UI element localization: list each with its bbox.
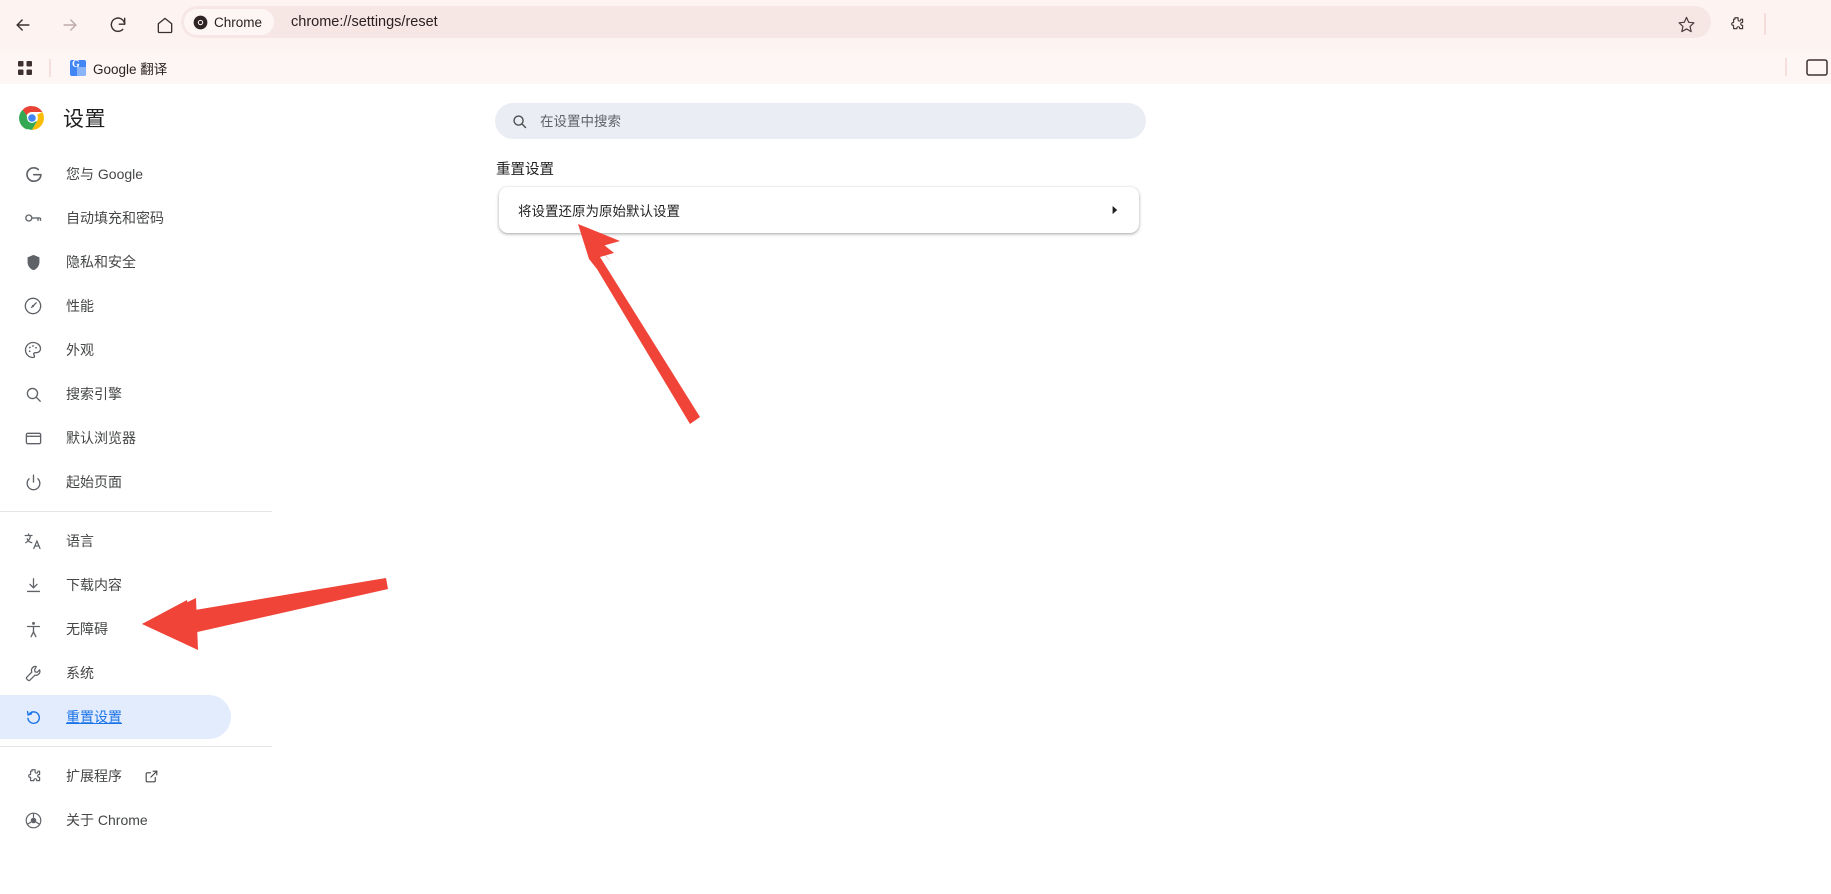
restore-defaults-label: 将设置还原为原始默认设置 [518, 204, 680, 219]
bookmarks-overflow-icon[interactable] [1805, 57, 1831, 78]
sidebar-item-label: 性能 [66, 298, 94, 314]
key-icon [22, 207, 44, 229]
sidebar-group-3: 扩展程序 关于 Chrome [0, 754, 272, 842]
sidebar-item-label: 起始页面 [66, 474, 122, 490]
sidebar-item-appearance[interactable]: 外观 [0, 328, 231, 372]
sidebar-item-label: 您与 Google [66, 166, 144, 182]
sidebar-item-label: 系统 [66, 665, 94, 681]
omnibox-chip-label: Chrome [214, 14, 263, 30]
search-icon [511, 113, 528, 130]
sidebar-item-label: 语言 [66, 533, 94, 549]
chrome-icon [22, 809, 44, 831]
google-translate-favicon: G [70, 59, 86, 76]
sidebar-item-you-and-google[interactable]: 您与 Google [0, 152, 231, 196]
sidebar-item-performance[interactable]: 性能 [0, 284, 231, 328]
sidebar-item-label: 搜索引擎 [66, 386, 122, 402]
sidebar-item-system[interactable]: 系统 [0, 651, 231, 695]
address-bar[interactable]: Chrome chrome://settings/reset [181, 6, 1711, 38]
shield-icon [22, 251, 44, 273]
sidebar-item-reset-settings[interactable]: 重置设置 [0, 695, 231, 739]
settings-header: 设置 [0, 90, 272, 146]
restore-defaults-row[interactable]: 将设置还原为原始默认设置 [499, 187, 1139, 233]
omnibox-url-text: chrome://settings/reset [291, 14, 438, 30]
sidebar-item-search-engine[interactable]: 搜索引擎 [0, 372, 231, 416]
chrome-logo-icon [19, 106, 44, 130]
toolbar-divider [1764, 13, 1766, 35]
bookmarks-bar: G Google 翻译 [0, 51, 1831, 84]
browser-toolbar: Chrome chrome://settings/reset [0, 0, 1831, 51]
grid-apps-icon[interactable] [13, 57, 37, 79]
sidebar-item-label: 无障碍 [66, 621, 108, 637]
back-button[interactable] [6, 8, 40, 42]
sidebar-item-label: 重置设置 [66, 709, 122, 725]
speedometer-icon [22, 295, 44, 317]
bookmark-label: Google 翻译 [93, 61, 168, 77]
accessibility-icon [22, 618, 44, 640]
search-input[interactable] [540, 113, 1100, 129]
sidebar-item-label: 外观 [66, 342, 94, 358]
sidebar-item-autofill-passwords[interactable]: 自动填充和密码 [0, 196, 231, 240]
sidebar-divider-2 [0, 746, 272, 747]
google-g-icon [22, 163, 44, 185]
settings-content: 重置设置 将设置还原为原始默认设置 [272, 84, 1831, 894]
chevron-right-icon [1108, 204, 1121, 217]
extensions-puzzle-icon[interactable] [1722, 10, 1750, 38]
sidebar-item-privacy-security[interactable]: 隐私和安全 [0, 240, 231, 284]
bookmarks-separator [49, 58, 51, 77]
sidebar-group-2: 语言 下载内容 无障碍 系统 重置设置 [0, 519, 272, 739]
search-icon [22, 383, 44, 405]
section-title-reset-settings: 重置设置 [496, 162, 554, 178]
puzzle-icon [22, 765, 44, 787]
sidebar-item-downloads[interactable]: 下载内容 [0, 563, 231, 607]
settings-sidebar: 设置 您与 Google 自动填充和密码 隐私和安全 性能 外观 搜索引擎 默认… [0, 84, 272, 894]
sidebar-item-label: 隐私和安全 [66, 254, 136, 270]
sidebar-item-about-chrome[interactable]: 关于 Chrome [0, 798, 231, 842]
forward-button[interactable] [53, 8, 87, 42]
sidebar-item-accessibility[interactable]: 无障碍 [0, 607, 231, 651]
sidebar-item-label: 关于 Chrome [66, 812, 148, 828]
page-title: 设置 [63, 108, 106, 131]
download-icon [22, 574, 44, 596]
sidebar-divider-1 [0, 511, 272, 512]
sidebar-item-label: 下载内容 [66, 577, 122, 593]
settings-search-box[interactable] [495, 103, 1146, 139]
open-in-new-icon[interactable] [144, 769, 159, 784]
chrome-icon [193, 15, 208, 29]
wrench-icon [22, 662, 44, 684]
sidebar-item-extensions[interactable]: 扩展程序 [0, 754, 231, 798]
bookmark-google-translate[interactable]: G Google 翻译 [65, 56, 172, 80]
reload-button[interactable] [101, 8, 135, 42]
sidebar-item-languages[interactable]: 语言 [0, 519, 231, 563]
sidebar-item-label: 扩展程序 [66, 768, 122, 784]
window-icon [22, 427, 44, 449]
bookmarks-right-separator [1785, 58, 1787, 76]
omnibox-chrome-chip[interactable]: Chrome [184, 9, 275, 35]
bookmark-star-icon[interactable] [1672, 10, 1700, 38]
power-icon [22, 471, 44, 493]
sidebar-item-label: 自动填充和密码 [66, 210, 164, 226]
palette-icon [22, 339, 44, 361]
favicon-letter: G [72, 59, 80, 70]
sidebar-item-on-startup[interactable]: 起始页面 [0, 460, 231, 504]
sidebar-item-label: 默认浏览器 [66, 430, 136, 446]
home-button[interactable] [148, 8, 182, 42]
sidebar-item-default-browser[interactable]: 默认浏览器 [0, 416, 231, 460]
settings-page: 设置 您与 Google 自动填充和密码 隐私和安全 性能 外观 搜索引擎 默认… [0, 84, 1831, 894]
restore-icon [22, 706, 44, 728]
translate-icon [22, 530, 44, 552]
sidebar-group-1: 您与 Google 自动填充和密码 隐私和安全 性能 外观 搜索引擎 默认浏览器… [0, 152, 272, 504]
